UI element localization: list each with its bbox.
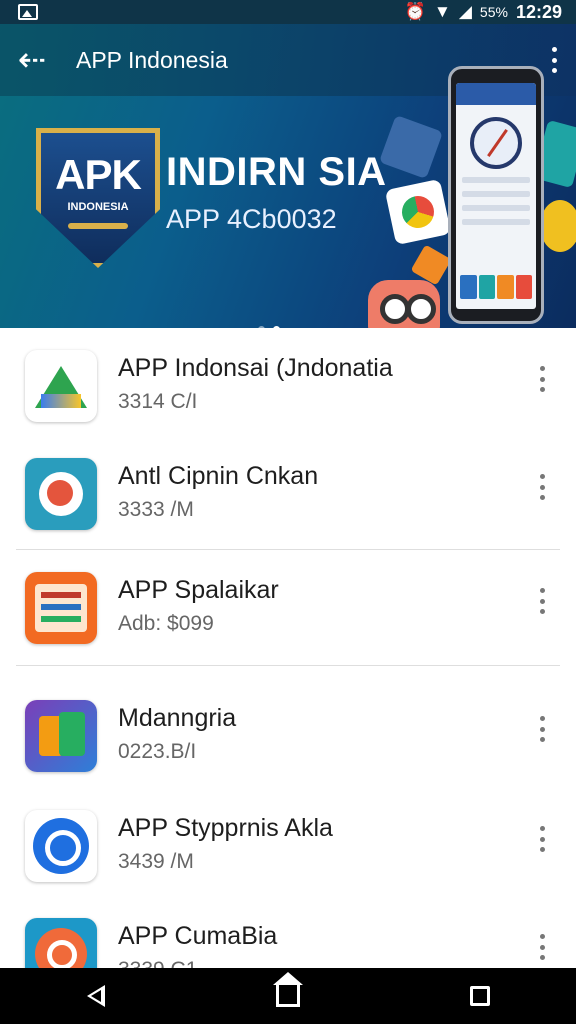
spreadsheet-icon [25, 572, 97, 644]
nav-back-button[interactable] [66, 968, 126, 1024]
page-title: APP Indonesia [76, 46, 228, 73]
app-title: Mdanngria [118, 704, 237, 732]
back-triangle-icon [87, 985, 105, 1007]
app-title: Antl Cipnin Cnkan [118, 462, 319, 490]
shield-title: APK [55, 151, 142, 198]
app-meta: 0223.B/I [118, 740, 197, 763]
list-item[interactable]: Mdanngria 0223.B/I [0, 678, 576, 786]
status-bar: ⏰ ▼ ◢ 55% 12:29 [0, 0, 576, 24]
item-menu-button[interactable] [534, 586, 550, 616]
gallery-icon [18, 4, 38, 20]
nav-home-button[interactable] [258, 968, 318, 1024]
home-icon [273, 972, 303, 1007]
alarm-icon: ⏰ [404, 2, 427, 21]
item-menu-button[interactable] [534, 364, 550, 394]
cube-illustration [378, 114, 444, 180]
shield-logo: APK INDONESIA [36, 128, 160, 268]
phone-tiles [460, 275, 532, 299]
arrow-left-icon: ⇠ [17, 41, 47, 79]
list-item[interactable]: APP Stypprnis Akla 3439 /M [0, 788, 576, 896]
phone-illustration [448, 66, 544, 324]
app-meta: 3333 /M [118, 498, 194, 521]
app-title: APP Indonsai (Jndonatia [118, 354, 393, 382]
drive-icon [25, 350, 97, 422]
list-item[interactable]: Antl Cipnin Cnkan 3333 /M [0, 436, 576, 544]
app-meta: 3314 C/I [118, 390, 198, 413]
phone-screen-header [456, 83, 536, 105]
chat-icon [25, 458, 97, 530]
phone-screen [456, 83, 536, 309]
app-title: APP Stypprnis Akla [118, 814, 333, 842]
signal-icon: ◢ [458, 2, 472, 21]
emoji-illustration [540, 200, 576, 252]
banner-subtitle: APP 4Cb0032 [166, 204, 337, 234]
list-item[interactable]: APP Spalaikar Adb: $099 [0, 550, 576, 658]
robot-illustration [368, 280, 440, 328]
app-title: APP CumaBia [118, 922, 278, 950]
wifi-icon: ▼ [434, 2, 451, 21]
item-menu-button[interactable] [534, 932, 550, 962]
money-icon [25, 700, 97, 772]
more-vert-icon [551, 47, 557, 52]
item-menu-button[interactable] [534, 714, 550, 744]
item-menu-button[interactable] [534, 472, 550, 502]
compass-illustration [470, 117, 522, 169]
shield-subtitle: INDONESIA [67, 201, 129, 213]
app-title: APP Spalaikar [118, 576, 279, 604]
battery-level: 55% [479, 4, 508, 20]
recents-icon [470, 986, 490, 1006]
clock: 12:29 [515, 1, 562, 22]
shield-ornament [68, 223, 128, 229]
app-meta: Adb: $099 [118, 612, 214, 635]
back-button[interactable]: ⇠ [0, 24, 64, 96]
item-menu-button[interactable] [534, 824, 550, 854]
nav-recents-button[interactable] [450, 968, 510, 1024]
divider [16, 665, 560, 666]
overflow-menu-button[interactable] [546, 44, 562, 76]
system-nav-bar [0, 968, 576, 1024]
banner-title: INDIRN SIA [166, 150, 387, 194]
list-item[interactable]: APP Indonsai (Jndonatia 3314 C/I [0, 328, 576, 436]
banner[interactable]: ⇠ APP Indonesia APK INDONESIA INDIRN SIA… [0, 24, 576, 328]
browser-illustration [384, 178, 452, 246]
circle-app-icon [25, 810, 97, 882]
app-meta: 3439 /M [118, 850, 194, 873]
app-list: APP Indonsai (Jndonatia 3314 C/I Antl Ci… [0, 328, 576, 990]
